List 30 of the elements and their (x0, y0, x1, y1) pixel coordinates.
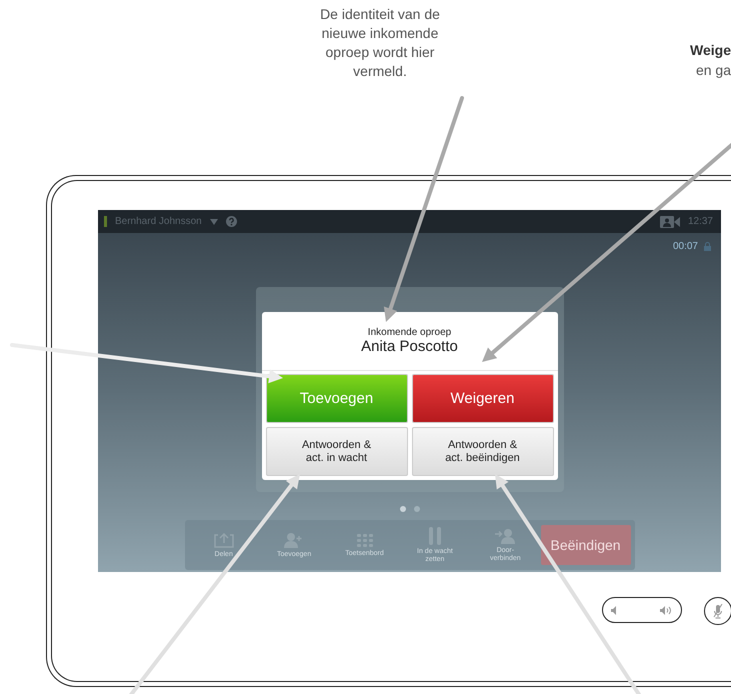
clock-time: 12:37 (688, 216, 713, 227)
callout-text: en ga (696, 61, 731, 80)
answer-option-button[interactable]: Antwoorden & act. beëindigen (412, 427, 554, 476)
pause-icon (428, 526, 442, 544)
end-call-button[interactable]: Beëindigen (540, 525, 631, 565)
share-icon (214, 532, 234, 548)
add-person-icon (284, 532, 304, 548)
lock-icon (704, 242, 711, 250)
volume-down-icon[interactable] (611, 606, 619, 614)
status-indicator (104, 216, 107, 227)
muted-microphone-icon (713, 604, 723, 618)
volume-up-icon[interactable] (660, 606, 673, 614)
decline-button[interactable]: Weigeren (412, 374, 554, 423)
page-dot[interactable] (400, 506, 406, 512)
dialog-heading: Inkomende oproep (368, 327, 452, 338)
video-camera-icon[interactable] (660, 216, 680, 228)
answer-option-button[interactable]: Antwoorden & act. in wacht (266, 427, 408, 476)
page-dot[interactable] (414, 506, 420, 512)
call-timer: 00:07 (672, 240, 698, 252)
transfer-person-icon (494, 528, 516, 544)
user-name[interactable]: Bernhard Johnsson (115, 216, 202, 227)
callout-title: Weige (690, 41, 731, 60)
help-icon[interactable] (226, 216, 237, 227)
caret-icon[interactable] (210, 218, 218, 224)
callout-text: De identiteit van de nieuwe inkomende oproep wordt hier vermeld. (319, 5, 441, 81)
mute-button[interactable] (704, 597, 731, 625)
keypad-icon (356, 532, 374, 546)
volume-control[interactable] (602, 597, 682, 623)
caller-name: Anita Poscotto (361, 338, 458, 355)
accept-button[interactable]: Toevoegen (266, 374, 408, 423)
